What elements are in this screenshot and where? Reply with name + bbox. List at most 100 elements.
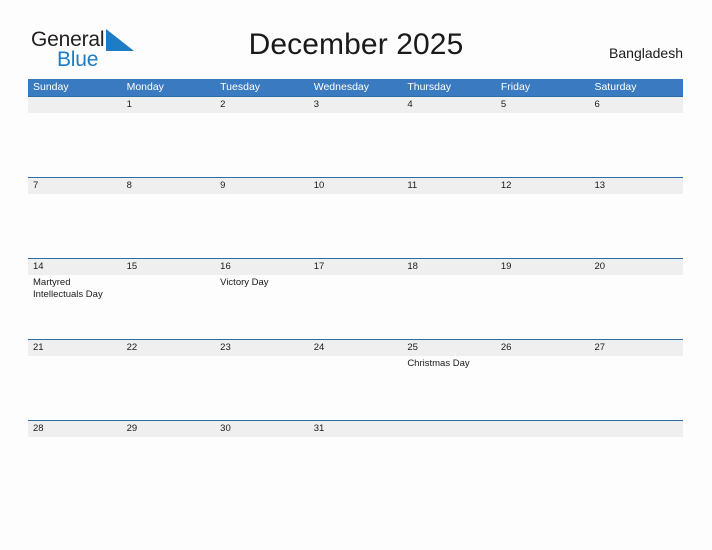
page-title: December 2025	[248, 28, 464, 61]
calendar-day-cell[interactable]: 23	[215, 340, 309, 420]
calendar-day-cell[interactable]: 18	[402, 259, 496, 339]
day-number: 16	[220, 261, 231, 272]
day-number: 10	[313, 180, 325, 191]
day-number: 14	[33, 261, 44, 272]
calendar-day-cell[interactable]: 31	[309, 421, 403, 441]
day-events	[127, 275, 216, 277]
calendar-day-cell[interactable]: 8	[122, 178, 216, 258]
holiday-event-label: Christmas Day	[407, 358, 470, 369]
calendar-day-cell-empty	[589, 421, 683, 441]
day-events	[127, 194, 216, 196]
day-events	[33, 356, 122, 358]
day-number: 24	[313, 342, 325, 353]
day-number: 12	[500, 180, 512, 191]
day-events	[594, 356, 683, 358]
calendar-day-cell[interactable]: 26	[496, 340, 590, 420]
week-days: 14 Martyred Intellectuals Day 15 16 Victory …	[28, 259, 683, 339]
day-events	[407, 275, 496, 277]
calendar-week-row: 7 8 9 10 11 12 13	[28, 177, 683, 258]
weekday-header-tuesday: Tuesday	[220, 81, 261, 93]
day-events	[407, 113, 496, 115]
calendar-day-cell[interactable]: 19	[496, 259, 590, 339]
calendar-day-cell[interactable]: 12	[496, 178, 590, 258]
calendar-day-cell[interactable]: 22	[122, 340, 216, 420]
day-number: 19	[500, 261, 512, 272]
day-events	[220, 356, 309, 358]
calendar-day-cell[interactable]: 9	[215, 178, 309, 258]
country-label: Bangladesh	[609, 45, 683, 61]
day-number: 27	[594, 342, 606, 353]
day-events	[594, 113, 683, 115]
calendar-day-cell[interactable]: 11	[402, 178, 496, 258]
calendar-day-cell[interactable]: 7	[28, 178, 122, 258]
calendar-day-cell[interactable]: 20	[589, 259, 683, 339]
calendar-day-cell[interactable]: 21	[28, 340, 122, 420]
day-events	[220, 194, 309, 196]
calendar-day-cell[interactable]: 6	[589, 97, 683, 177]
calendar-week-row: 1 2 3 4 5 6	[28, 96, 683, 177]
day-number: 22	[126, 342, 138, 353]
calendar-day-cell[interactable]: 3	[309, 97, 403, 177]
day-events	[594, 194, 683, 196]
calendar-day-cell[interactable]: 17	[309, 259, 403, 339]
day-number: 29	[126, 423, 138, 434]
day-number: 31	[313, 423, 325, 434]
weekday-header-thursday: Thursday	[407, 81, 452, 93]
calendar-day-cell[interactable]: 5	[496, 97, 590, 177]
calendar-day-cell[interactable]: 16 Victory Day	[215, 259, 309, 339]
calendar-day-cell[interactable]: 24	[309, 340, 403, 420]
day-events: Christmas Day	[407, 356, 496, 370]
day-events	[594, 437, 683, 439]
day-number: 6	[594, 99, 600, 110]
calendar-day-cell[interactable]: 1	[122, 97, 216, 177]
day-events	[501, 437, 590, 439]
calendar-day-cell[interactable]: 13	[589, 178, 683, 258]
day-number: 1	[126, 99, 132, 110]
week-days: 1 2 3 4 5 6	[28, 97, 683, 177]
week-days: 7 8 9 10 11 12 13	[28, 178, 683, 258]
day-number: 5	[500, 99, 507, 110]
calendar-day-cell[interactable]: 10	[309, 178, 403, 258]
day-events	[314, 113, 403, 115]
day-number: 25	[407, 342, 418, 353]
day-events	[314, 275, 403, 277]
day-events	[127, 356, 216, 358]
day-events	[501, 194, 590, 196]
calendar-day-cell-empty	[496, 421, 590, 441]
day-events	[501, 113, 590, 115]
calendar-day-cell[interactable]: 15	[122, 259, 216, 339]
day-events	[501, 356, 590, 358]
calendar-day-cell[interactable]: 4	[402, 97, 496, 177]
weekday-header-monday: Monday	[126, 81, 164, 93]
week-days: 28 29 30 31	[28, 421, 683, 441]
calendar-weeks: 1 2 3 4 5 6 7 8 9 10 11 12 13 14 Martyred Intellectual…	[28, 96, 683, 441]
calendar-day-cell[interactable]: 30	[215, 421, 309, 441]
day-number: 26	[500, 342, 512, 353]
day-events	[314, 356, 403, 358]
calendar-day-cell[interactable]: 27	[589, 340, 683, 420]
day-number: 17	[313, 261, 325, 272]
day-number: 3	[313, 99, 320, 110]
calendar-day-cell-empty	[402, 421, 496, 441]
calendar-page: General Blue December 2025 Bangladesh Su…	[0, 0, 712, 550]
day-number: 4	[407, 99, 413, 110]
calendar-day-cell-empty	[28, 97, 122, 177]
weekday-header-wednesday: Wednesday	[313, 81, 369, 93]
day-events	[314, 194, 403, 196]
day-number: 20	[594, 261, 606, 272]
week-days: 21 22 23 24 25 Christmas Day 26 27	[28, 340, 683, 420]
calendar-week-row: 28 29 30 31	[28, 420, 683, 441]
calendar-day-cell[interactable]: 14 Martyred Intellectuals Day	[28, 259, 122, 339]
day-number: 9	[220, 180, 226, 191]
calendar-day-cell[interactable]: 2	[215, 97, 309, 177]
day-events	[407, 437, 496, 439]
day-events	[33, 194, 122, 196]
day-events	[33, 113, 122, 115]
calendar-week-row: 21 22 23 24 25 Christmas Day 26 27	[28, 339, 683, 420]
day-events	[127, 437, 216, 439]
calendar-day-cell[interactable]: 28	[28, 421, 122, 441]
calendar-day-cell[interactable]: 25 Christmas Day	[402, 340, 496, 420]
day-events	[127, 113, 216, 115]
calendar-day-cell[interactable]: 29	[122, 421, 216, 441]
day-events	[314, 437, 403, 439]
